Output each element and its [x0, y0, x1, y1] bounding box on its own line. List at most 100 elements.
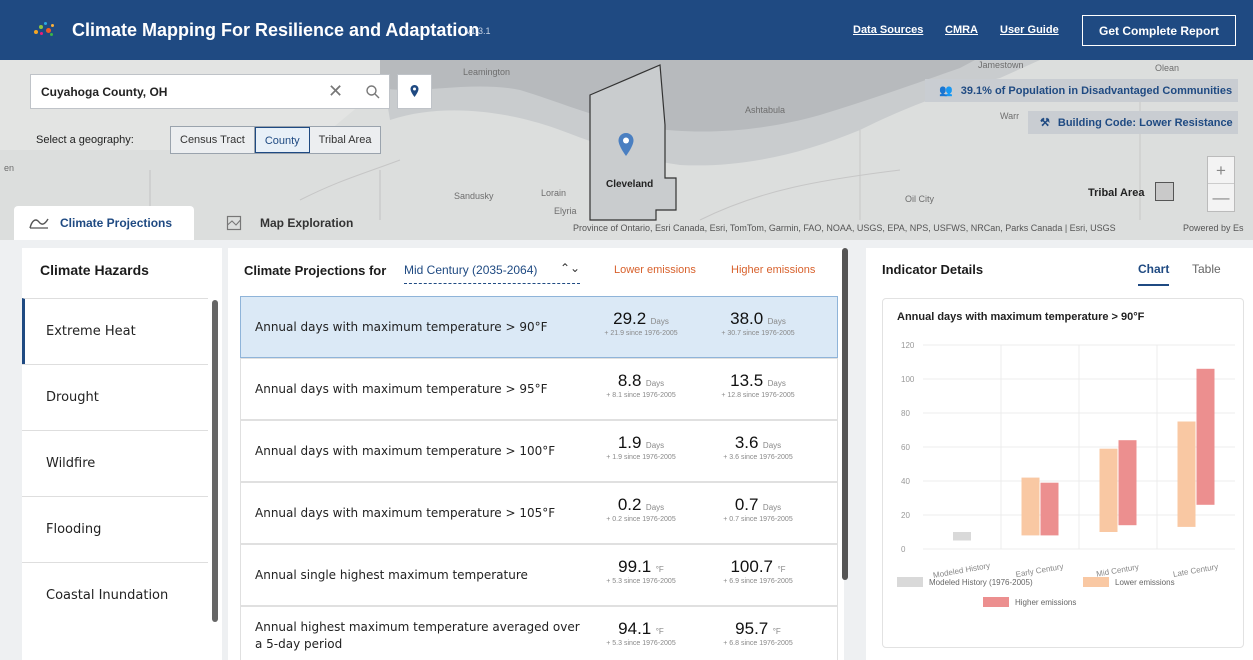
higher-emissions-value: 38.0 Days + 30.7 since 1976-2005: [703, 309, 813, 337]
time-period-select[interactable]: Mid Century (2035-2064): [404, 263, 580, 284]
lower-emissions-value: 29.2 Days + 21.9 since 1976-2005: [586, 309, 696, 337]
tab-climate-projections[interactable]: Climate Projections: [14, 206, 194, 240]
higher-value-unit: Days: [762, 503, 782, 512]
higher-value-change: + 0.7 since 1976-2005: [723, 516, 793, 523]
tab-chart[interactable]: Chart: [1138, 262, 1170, 286]
lower-emissions-header: Lower emissions: [614, 264, 696, 276]
tab-map-exploration-label: Map Exploration: [260, 216, 354, 230]
higher-emissions-value: 3.6 Days + 3.6 since 1976-2005: [703, 433, 813, 461]
select-caret-icon[interactable]: ⌃⌄: [560, 261, 580, 275]
higher-value-change: + 6.9 since 1976-2005: [723, 578, 793, 585]
legend-label: Higher emissions: [1015, 598, 1076, 607]
cmra-link[interactable]: CMRA: [945, 24, 978, 36]
projection-row[interactable]: Annual days with maximum temperature > 1…: [240, 420, 838, 482]
lower-value-unit: °F: [655, 565, 664, 574]
zoom-controls: + —: [1207, 156, 1235, 212]
hazard-drought[interactable]: Drought: [22, 364, 208, 430]
hazard-wildfire[interactable]: Wildfire: [22, 430, 208, 496]
lower-value-change: + 21.9 since 1976-2005: [604, 330, 678, 337]
lower-emissions-value: 99.1 °F + 5.3 since 1976-2005: [586, 557, 696, 585]
projection-row[interactable]: Annual highest maximum temperature avera…: [240, 606, 838, 660]
projection-label: Annual single highest maximum temperatur…: [255, 568, 528, 582]
projection-label: Annual highest maximum temperature avera…: [255, 620, 580, 651]
geography-tribal-area-button[interactable]: Tribal Area: [310, 127, 381, 153]
lower-value-change: + 5.3 since 1976-2005: [606, 640, 676, 647]
lower-value-unit: Days: [650, 317, 669, 326]
place-oil-city: Oil City: [905, 194, 934, 204]
geography-selector: Census Tract County Tribal Area: [170, 126, 382, 154]
zoom-out-button[interactable]: —: [1208, 184, 1234, 211]
higher-emissions-value: 0.7 Days + 0.7 since 1976-2005: [703, 495, 813, 523]
higher-value-number: 95.7: [735, 619, 769, 638]
place-edge-label: en: [4, 163, 15, 173]
hazards-scrollbar[interactable]: [212, 300, 218, 622]
projection-label: Annual days with maximum temperature > 9…: [255, 382, 548, 396]
hazard-coastal-inundation[interactable]: Coastal Inundation: [22, 562, 208, 628]
projections-scrollbar[interactable]: [842, 248, 848, 580]
place-sandusky: Sandusky: [454, 191, 494, 201]
bar-higher: [1196, 368, 1215, 505]
projection-row[interactable]: Annual single highest maximum temperatur…: [240, 544, 838, 606]
place-elyria: Elyria: [554, 206, 577, 216]
y-tick-label: 60: [901, 443, 910, 452]
higher-value-unit: °F: [772, 627, 781, 636]
higher-value-change: + 30.7 since 1976-2005: [721, 330, 795, 337]
projection-label: Annual days with maximum temperature > 1…: [255, 506, 556, 520]
tab-climate-projections-label: Climate Projections: [60, 216, 173, 230]
hazard-extreme-heat[interactable]: Extreme Heat: [22, 298, 208, 364]
climate-hazards-panel: Climate Hazards Extreme Heat Drought Wil…: [22, 248, 222, 660]
app-header: Climate Mapping For Resilience and Adapt…: [0, 0, 1253, 60]
lower-value-number: 99.1: [618, 557, 652, 576]
projection-row[interactable]: Annual days with maximum temperature > 9…: [240, 296, 838, 358]
lower-value-change: + 0.2 since 1976-2005: [606, 516, 676, 523]
higher-emissions-header: Higher emissions: [731, 264, 816, 276]
tools-icon: ⚒: [1040, 117, 1050, 129]
place-olean: Olean: [1155, 63, 1180, 73]
lower-value-change: + 8.1 since 1976-2005: [606, 392, 676, 399]
tribal-area-legend-swatch: [1155, 182, 1174, 201]
lower-value-number: 8.8: [617, 371, 642, 390]
x-tick-label: Mid Century: [1096, 562, 1140, 578]
lower-value-change: + 1.9 since 1976-2005: [606, 454, 676, 461]
chart-card: Annual days with maximum temperature > 9…: [882, 298, 1244, 648]
powered-by[interactable]: Powered by Es: [1183, 223, 1244, 233]
place-warren: Warr: [1000, 111, 1020, 121]
data-sources-link[interactable]: Data Sources: [853, 24, 923, 36]
cmra-logo-icon: [34, 22, 56, 38]
projection-row[interactable]: Annual days with maximum temperature > 9…: [240, 358, 838, 420]
higher-emissions-value: 13.5 Days + 12.8 since 1976-2005: [703, 371, 813, 399]
people-icon: 👥: [939, 85, 953, 97]
locate-button[interactable]: [397, 74, 432, 109]
tab-table[interactable]: Table: [1192, 262, 1221, 276]
legend-swatch: [983, 597, 1009, 607]
zoom-in-button[interactable]: +: [1208, 157, 1234, 184]
selected-location-pin-icon[interactable]: [617, 132, 635, 158]
projection-row[interactable]: Annual days with maximum temperature > 1…: [240, 482, 838, 544]
population-badge[interactable]: 👥 39.1% of Population in Disadvantaged C…: [925, 79, 1238, 102]
indicator-chart: 020406080100120Modeled History Early Cent…: [897, 341, 1235, 607]
higher-value-number: 3.6: [734, 433, 759, 452]
bar-lower: [1099, 448, 1118, 532]
geography-county-button[interactable]: County: [254, 127, 310, 153]
higher-emissions-value: 100.7 °F + 6.9 since 1976-2005: [703, 557, 813, 585]
clear-search-icon[interactable]: ✕: [328, 81, 343, 102]
building-code-badge[interactable]: ⚒ Building Code: Lower Resistance: [1028, 111, 1238, 134]
geography-census-tract-button[interactable]: Census Tract: [171, 127, 255, 153]
bar-history: [953, 532, 971, 541]
place-cleveland: Cleveland: [606, 179, 654, 190]
get-complete-report-button[interactable]: Get Complete Report: [1082, 15, 1236, 46]
hazard-flooding[interactable]: Flooding: [22, 496, 208, 562]
user-guide-link[interactable]: User Guide: [1000, 24, 1059, 36]
higher-value-change: + 3.6 since 1976-2005: [723, 454, 793, 461]
legend-label: Modeled History (1976-2005): [929, 578, 1033, 587]
higher-value-unit: Days: [767, 317, 786, 326]
climate-projections-panel: Climate Projections for Mid Century (203…: [228, 248, 844, 660]
location-search-input[interactable]: Cuyahoga County, OH ✕: [30, 74, 390, 109]
map-exploration-icon: [226, 215, 242, 231]
y-tick-label: 40: [901, 477, 910, 486]
tab-map-exploration[interactable]: Map Exploration: [222, 206, 382, 240]
bar-higher: [1118, 440, 1137, 526]
app-version: v1.3.1: [466, 26, 491, 36]
search-icon[interactable]: [365, 84, 381, 100]
y-tick-label: 100: [901, 375, 915, 384]
